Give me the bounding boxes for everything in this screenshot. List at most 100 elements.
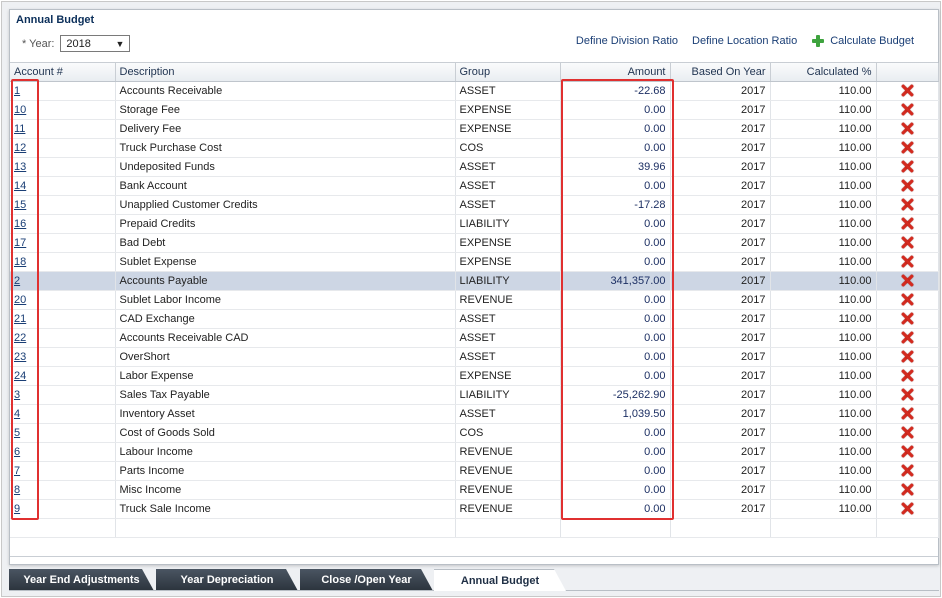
account-link[interactable]: 17 (14, 237, 26, 249)
delete-x-icon[interactable] (901, 426, 914, 439)
calculated-pct-cell[interactable]: 110.00 (770, 309, 877, 329)
based-on-year-cell[interactable]: 2017 (670, 480, 771, 500)
table-row[interactable]: 16 Prepaid Credits LIABILITY 0.00 2017 110.00 (10, 214, 939, 234)
account-link[interactable]: 21 (14, 313, 26, 325)
amount-cell[interactable]: -25,262.90 (560, 385, 671, 405)
amount-cell[interactable]: 0.00 (560, 100, 671, 120)
based-on-year-cell[interactable]: 2017 (670, 271, 771, 291)
calculated-pct-cell[interactable]: 110.00 (770, 271, 877, 291)
based-on-year-cell[interactable]: 2017 (670, 309, 771, 329)
delete-x-icon[interactable] (901, 407, 914, 420)
based-on-year-cell[interactable]: 2017 (670, 100, 771, 120)
account-link[interactable]: 9 (14, 503, 20, 515)
calculated-pct-cell[interactable]: 110.00 (770, 157, 877, 177)
calculated-pct-cell[interactable]: 110.00 (770, 119, 877, 139)
based-on-year-cell[interactable]: 2017 (670, 328, 771, 348)
account-link[interactable]: 20 (14, 294, 26, 306)
delete-x-icon[interactable] (901, 350, 914, 363)
calculated-pct-cell[interactable]: 110.00 (770, 138, 877, 158)
based-on-year-cell[interactable]: 2017 (670, 138, 771, 158)
calculated-pct-cell[interactable]: 110.00 (770, 176, 877, 196)
table-row[interactable]: 15 Unapplied Customer Credits ASSET -17.28 2… (10, 195, 939, 215)
account-link[interactable]: 13 (14, 161, 26, 173)
calculated-pct-cell[interactable]: 110.00 (770, 233, 877, 253)
delete-x-icon[interactable] (901, 445, 914, 458)
amount-cell[interactable]: 0.00 (560, 442, 671, 462)
calculated-pct-cell[interactable]: 110.00 (770, 404, 877, 424)
column-header-group[interactable]: Group (455, 63, 561, 82)
based-on-year-cell[interactable]: 2017 (670, 214, 771, 234)
calculated-pct-cell[interactable]: 110.00 (770, 290, 877, 310)
account-link[interactable]: 8 (14, 484, 20, 496)
table-row[interactable]: 21 CAD Exchange ASSET 0.00 2017 110.00 (10, 309, 939, 329)
based-on-year-cell[interactable]: 2017 (670, 499, 771, 519)
delete-x-icon[interactable] (901, 122, 914, 135)
calculated-pct-cell[interactable]: 110.00 (770, 461, 877, 481)
table-row[interactable]: 22 Accounts Receivable CAD ASSET 0.00 2017 11… (10, 328, 939, 348)
amount-cell[interactable]: 0.00 (560, 233, 671, 253)
delete-x-icon[interactable] (901, 236, 914, 249)
amount-cell[interactable]: -17.28 (560, 195, 671, 215)
table-row[interactable]: 4 Inventory Asset ASSET 1,039.50 2017 110.00 (10, 404, 939, 424)
calculated-pct-cell[interactable]: 110.00 (770, 366, 877, 386)
calculated-pct-cell[interactable]: 110.00 (770, 81, 877, 101)
table-row[interactable]: 5 Cost of Goods Sold COS 0.00 2017 110.00 (10, 423, 939, 443)
table-row[interactable]: 23 OverShort ASSET 0.00 2017 110.00 (10, 347, 939, 367)
table-row[interactable]: 6 Labour Income REVENUE 0.00 2017 110.00 (10, 442, 939, 462)
based-on-year-cell[interactable]: 2017 (670, 157, 771, 177)
delete-x-icon[interactable] (901, 179, 914, 192)
calculated-pct-cell[interactable]: 110.00 (770, 195, 877, 215)
calculated-pct-cell[interactable]: 110.00 (770, 423, 877, 443)
amount-cell[interactable]: -22.68 (560, 81, 671, 101)
based-on-year-cell[interactable]: 2017 (670, 176, 771, 196)
tab-year-end-adjustments[interactable]: Year End Adjustments (9, 569, 154, 591)
based-on-year-cell[interactable]: 2017 (670, 442, 771, 462)
delete-x-icon[interactable] (901, 160, 914, 173)
column-header-account[interactable]: Account # (10, 63, 116, 82)
amount-cell[interactable]: 0.00 (560, 461, 671, 481)
table-row[interactable]: 8 Misc Income REVENUE 0.00 2017 110.00 (10, 480, 939, 500)
tab-close-open-year[interactable]: Close /Open Year (300, 569, 433, 591)
account-link[interactable]: 14 (14, 180, 26, 192)
table-row[interactable]: 1 Accounts Receivable ASSET -22.68 2017 110.0… (10, 81, 939, 101)
table-row[interactable]: 9 Truck Sale Income REVENUE 0.00 2017 110.00 (10, 499, 939, 519)
delete-x-icon[interactable] (901, 141, 914, 154)
table-row[interactable]: 20 Sublet Labor Income REVENUE 0.00 2017 110.… (10, 290, 939, 310)
amount-cell[interactable]: 341,357.00 (560, 271, 671, 291)
account-link[interactable]: 4 (14, 408, 20, 420)
delete-x-icon[interactable] (901, 293, 914, 306)
delete-x-icon[interactable] (901, 369, 914, 382)
amount-cell[interactable]: 0.00 (560, 290, 671, 310)
column-header-based-on-year[interactable]: Based On Year (670, 63, 771, 82)
column-header-calculated-pct[interactable]: Calculated % (770, 63, 877, 82)
table-row[interactable]: 18 Sublet Expense EXPENSE 0.00 2017 110.00 (10, 252, 939, 272)
account-link[interactable]: 7 (14, 465, 20, 477)
column-header-description[interactable]: Description (115, 63, 456, 82)
delete-x-icon[interactable] (901, 198, 914, 211)
table-row[interactable]: 17 Bad Debt EXPENSE 0.00 2017 110.00 (10, 233, 939, 253)
account-link[interactable]: 10 (14, 104, 26, 116)
based-on-year-cell[interactable]: 2017 (670, 195, 771, 215)
calculated-pct-cell[interactable]: 110.00 (770, 252, 877, 272)
table-row[interactable]: 14 Bank Account ASSET 0.00 2017 110.00 (10, 176, 939, 196)
delete-x-icon[interactable] (901, 217, 914, 230)
based-on-year-cell[interactable]: 2017 (670, 119, 771, 139)
define-location-ratio-link[interactable]: Define Location Ratio (692, 35, 797, 47)
amount-cell[interactable]: 0.00 (560, 138, 671, 158)
based-on-year-cell[interactable]: 2017 (670, 366, 771, 386)
based-on-year-cell[interactable]: 2017 (670, 423, 771, 443)
delete-x-icon[interactable] (901, 274, 914, 287)
table-row[interactable]: 24 Labor Expense EXPENSE 0.00 2017 110.00 (10, 366, 939, 386)
based-on-year-cell[interactable]: 2017 (670, 347, 771, 367)
table-row[interactable]: 10 Storage Fee EXPENSE 0.00 2017 110.00 (10, 100, 939, 120)
calculated-pct-cell[interactable]: 110.00 (770, 100, 877, 120)
calculated-pct-cell[interactable]: 110.00 (770, 480, 877, 500)
amount-cell[interactable]: 0.00 (560, 423, 671, 443)
amount-cell[interactable]: 0.00 (560, 366, 671, 386)
delete-x-icon[interactable] (901, 103, 914, 116)
amount-cell[interactable]: 0.00 (560, 252, 671, 272)
delete-x-icon[interactable] (901, 84, 914, 97)
calculated-pct-cell[interactable]: 110.00 (770, 499, 877, 519)
account-link[interactable]: 2 (14, 275, 20, 287)
account-link[interactable]: 16 (14, 218, 26, 230)
